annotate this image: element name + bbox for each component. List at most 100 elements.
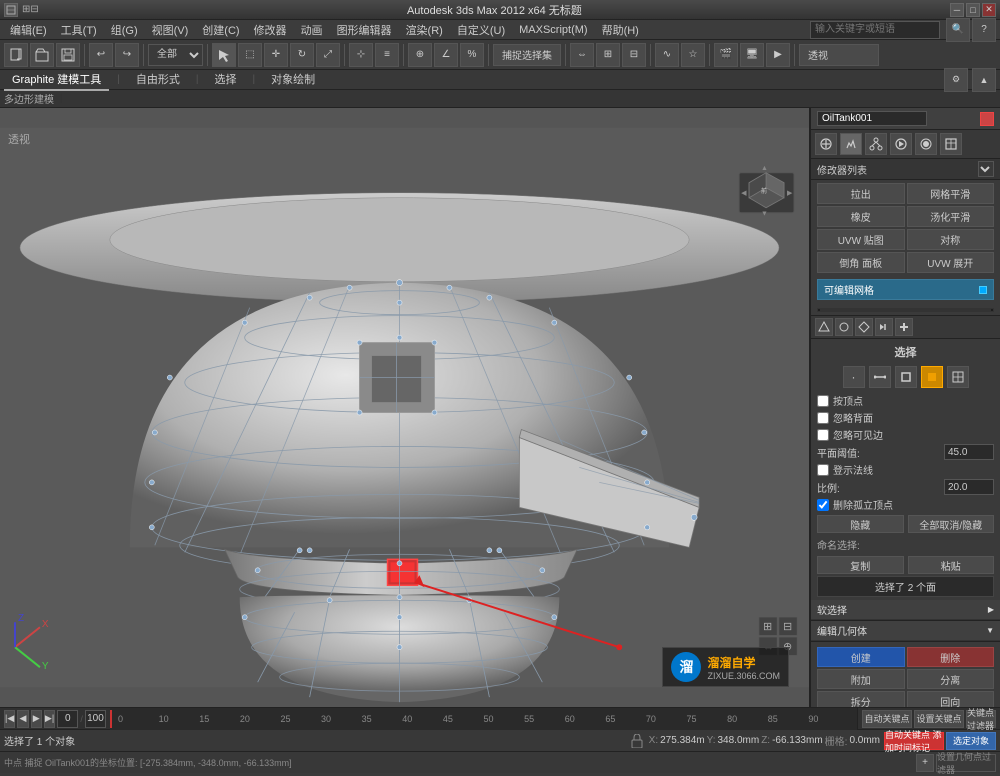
named-select[interactable]: ☆ (681, 43, 705, 67)
menu-group[interactable]: 组(G) (105, 20, 144, 40)
menu-tools[interactable]: 工具(T) (55, 20, 103, 40)
sel-polygon-icon[interactable] (921, 366, 943, 388)
render-frame[interactable]: ▶ (766, 43, 790, 67)
menu-render[interactable]: 渲染(R) (400, 20, 449, 40)
object-name-input[interactable] (817, 111, 927, 126)
modify-panel-icon[interactable] (840, 133, 862, 155)
sel-vertex-icon[interactable]: · (843, 366, 865, 388)
snap-btn[interactable]: ⊕ (408, 43, 432, 67)
close-button[interactable]: ✕ (982, 3, 996, 17)
snap-pct[interactable]: % (460, 43, 484, 67)
soft-select-header[interactable]: 软选择 ▶ (811, 600, 1000, 620)
tl-counter[interactable]: 0 (57, 710, 78, 728)
checkbox-show-normals[interactable] (817, 464, 829, 476)
render-setup[interactable]: 🖥 (740, 43, 764, 67)
ref-coord[interactable]: ⊹ (349, 43, 373, 67)
help-button[interactable]: ? (972, 18, 996, 42)
copy-btn[interactable]: 复制 (817, 556, 904, 574)
cat-icon-2[interactable] (835, 318, 853, 336)
tl-play-btn[interactable]: ▶ (31, 710, 42, 728)
paste-btn[interactable]: 粘贴 (908, 556, 995, 574)
layer-btn[interactable]: ≡ (375, 43, 399, 67)
planar-threshold-input[interactable] (944, 444, 994, 460)
modifier-list-dropdown[interactable]: ▼ (978, 161, 994, 177)
menu-help[interactable]: 帮助(H) (596, 20, 645, 40)
align-btn[interactable]: ⊞ (596, 43, 620, 67)
selection-filter[interactable]: 全部 (148, 44, 203, 66)
menu-animation[interactable]: 动画 (295, 20, 329, 40)
scale-input[interactable] (944, 479, 994, 495)
mod-btn-symmetry[interactable]: 对称 (907, 229, 995, 250)
mod-btn-uvwmap[interactable]: UVW 贴图 (817, 229, 905, 250)
add-time-tag-btn[interactable]: + (916, 754, 934, 772)
search-input[interactable] (810, 21, 940, 39)
motion-panel-icon[interactable] (890, 133, 912, 155)
curve-btn[interactable]: ∿ (655, 43, 679, 67)
menu-view[interactable]: 视图(V) (146, 20, 195, 40)
x-value[interactable]: 275.384m (660, 735, 704, 746)
timeline-track[interactable]: 0 10 15 20 25 30 35 40 45 50 55 60 65 70… (110, 708, 858, 730)
subribbon-polymodel[interactable]: 多边形建模 (4, 91, 54, 106)
lock-icon[interactable] (629, 733, 645, 749)
mod-btn-relax[interactable]: 橡皮 (817, 206, 905, 227)
y-value[interactable]: 348.0mm (718, 735, 760, 746)
select-tool[interactable] (212, 43, 236, 67)
menu-maxscript[interactable]: MAXScript(M) (513, 22, 593, 38)
cat-icon-1[interactable] (815, 318, 833, 336)
edit-detach-btn[interactable]: 分离 (907, 669, 995, 689)
snap-select-btn[interactable]: 捕捉选择集 (493, 44, 561, 66)
new-btn[interactable] (4, 43, 28, 67)
sel-border-icon[interactable] (895, 366, 917, 388)
redo-btn[interactable]: ↪ (115, 43, 139, 67)
mod-btn-turbsmooth[interactable]: 汤化平滑 (907, 206, 995, 227)
utility-panel-icon[interactable] (940, 133, 962, 155)
mod-visibility-dot[interactable] (979, 286, 987, 294)
maximize-button[interactable]: □ (966, 3, 980, 17)
edit-geometry-header[interactable]: 编辑几何体 ▼ (811, 621, 1000, 641)
ribbon-tab-objpaint[interactable]: 对象绘制 (263, 69, 323, 91)
ribbon-tab-select[interactable]: 选择 (206, 69, 244, 91)
edit-attach-btn[interactable]: 附加 (817, 669, 905, 689)
ribbon-collapse-btn[interactable]: ▲ (972, 68, 996, 92)
sel-edge-icon[interactable] (869, 366, 891, 388)
move-tool[interactable]: ✛ (264, 43, 288, 67)
obj-color-red[interactable] (980, 112, 994, 126)
mod-btn-uvwunwrap[interactable]: UVW 展开 (907, 252, 995, 273)
ribbon-tab-graphite[interactable]: Graphite 建模工具 (4, 69, 109, 91)
edit-delete-btn[interactable]: 删除 (907, 647, 995, 667)
checkbox-show-isolated[interactable] (817, 499, 829, 511)
create-panel-icon[interactable] (815, 133, 837, 155)
menu-edit[interactable]: 编辑(E) (4, 20, 53, 40)
key-filter-btn[interactable]: 关键点过滤器 (966, 710, 996, 728)
tl-start-btn[interactable]: |◀ (4, 710, 15, 728)
set-key-btn[interactable]: 设置关键点 (914, 710, 964, 728)
cat-icon-3[interactable] (855, 318, 873, 336)
undo-btn[interactable]: ↩ (89, 43, 113, 67)
search-button[interactable]: 🔍 (946, 18, 970, 42)
ribbon-tab-freeform[interactable]: 自由形式 (128, 69, 188, 91)
z-value[interactable]: -66.133mm (772, 735, 823, 746)
mod-btn-pull[interactable]: 拉出 (817, 183, 905, 204)
ribbon-settings-btn[interactable]: ⚙ (944, 68, 968, 92)
menu-modifiers[interactable]: 修改器 (248, 20, 293, 40)
viewport-dropdown[interactable]: 透视 (799, 44, 879, 66)
save-btn[interactable] (56, 43, 80, 67)
array-btn[interactable]: ⊟ (622, 43, 646, 67)
tl-prev-btn[interactable]: ◀ (17, 710, 28, 728)
mirror-btn[interactable]: ⇔ (570, 43, 594, 67)
unhide-all-btn[interactable]: 全部取消/隐藏 (908, 515, 995, 533)
hide-btn[interactable]: 隐藏 (817, 515, 904, 533)
open-btn[interactable] (30, 43, 54, 67)
menu-customize[interactable]: 自定义(U) (451, 20, 511, 40)
rotate-tool[interactable]: ↻ (290, 43, 314, 67)
edit-split-btn[interactable]: 拆分 (817, 691, 905, 707)
snap-angle[interactable]: ∠ (434, 43, 458, 67)
hierarchy-panel-icon[interactable] (865, 133, 887, 155)
viewport[interactable]: 前 ▲ ▼ ◀ ▶ X Y Z 透视 (0, 108, 810, 707)
display-panel-icon[interactable] (915, 133, 937, 155)
cat-icon-4[interactable] (875, 318, 893, 336)
selected-object-btn[interactable]: 选定对象 (946, 732, 996, 750)
checkbox-by-vertex[interactable] (817, 395, 829, 407)
checkbox-ignore-back[interactable] (817, 412, 829, 424)
menu-create[interactable]: 创建(C) (196, 20, 245, 40)
